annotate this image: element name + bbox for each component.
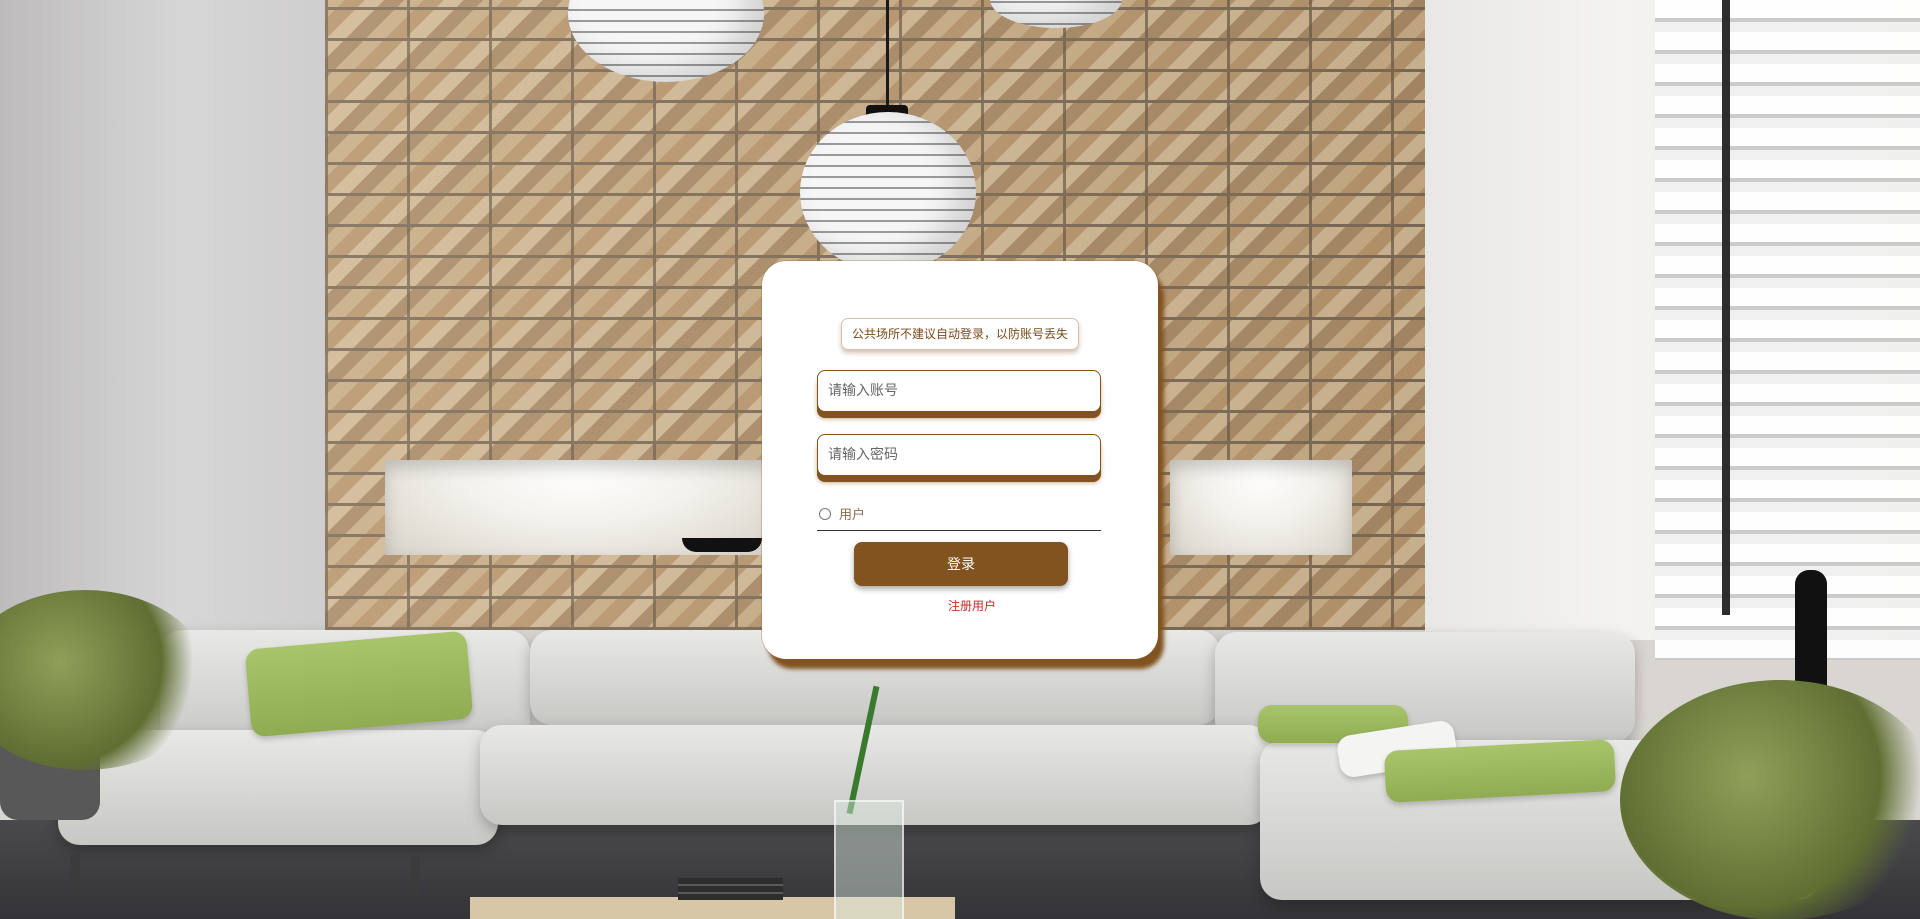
role-selector: 用户 [817, 497, 1101, 531]
sofa-leg [70, 855, 80, 895]
plant-right [1620, 680, 1920, 919]
wall-left [0, 0, 330, 640]
role-radio-user[interactable] [819, 507, 831, 520]
login-card: 公共场所不建议自动登录，以防账号丢失 用户 登录 注册用户 [762, 261, 1158, 659]
window-frame [1722, 0, 1730, 615]
sofa-leg [410, 855, 420, 895]
glass-vase [834, 800, 904, 919]
wall-niche-right [1170, 460, 1352, 555]
window-blinds [1655, 0, 1920, 660]
books [678, 878, 783, 900]
shelf-bowl [682, 538, 762, 552]
role-label-user[interactable]: 用户 [839, 504, 865, 523]
login-button[interactable]: 登录 [854, 542, 1068, 586]
auto-login-notice: 公共场所不建议自动登录，以防账号丢失 [841, 318, 1079, 350]
account-input[interactable] [817, 370, 1101, 412]
password-input[interactable] [817, 434, 1101, 476]
lamp-cord [886, 0, 889, 112]
pendant-lamp-center [800, 112, 976, 272]
register-user-link[interactable]: 注册用户 [932, 597, 1012, 614]
